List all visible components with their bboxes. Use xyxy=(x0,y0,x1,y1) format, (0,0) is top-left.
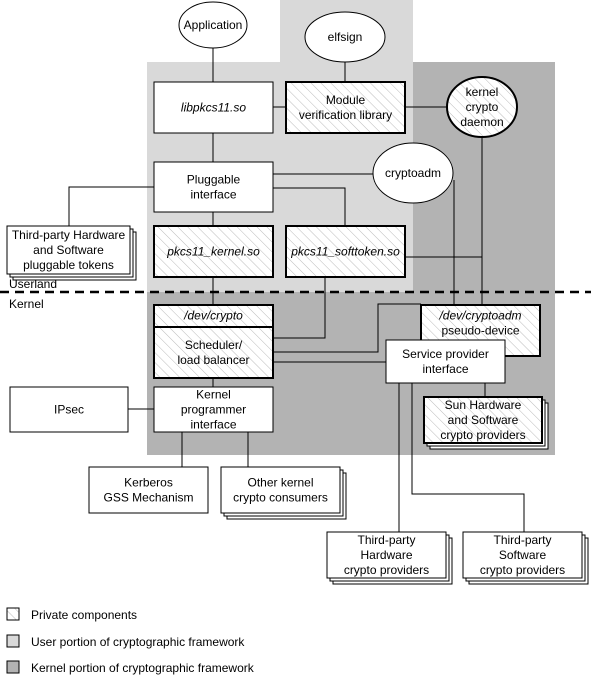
module-verification-label: verification library xyxy=(299,108,392,122)
ipsec-node: IPsec xyxy=(9,386,129,433)
other-consumers-label: Other kernel xyxy=(247,476,313,490)
service-provider-interface-label: interface xyxy=(422,362,468,376)
sun-providers-label: and Software xyxy=(448,413,519,427)
kerberos-label: Kerberos xyxy=(124,476,173,490)
scheduler-label: Scheduler/ xyxy=(185,338,243,352)
dev-cryptoadm-label: pseudo-device xyxy=(441,324,519,338)
kernel-crypto-daemon-node: kernelcryptodaemon xyxy=(446,76,518,138)
cryptoadm-label: cryptoadm xyxy=(385,166,441,180)
kernel-crypto-daemon-label: daemon xyxy=(460,115,503,129)
libpkcs11-node: libpkcs11.so xyxy=(153,81,274,134)
kernel-programmer-interface-node: Kernelprogrammerinterface xyxy=(153,386,274,433)
legend-swatch-user xyxy=(6,634,20,648)
service-provider-interface-node: Service providerinterface xyxy=(385,339,506,384)
kernel-crypto-daemon-label: crypto xyxy=(466,100,499,114)
legend: Private components User portion of crypt… xyxy=(6,607,255,675)
kernel-label: Kernel xyxy=(9,297,44,311)
pkcs11-softtoken-node: pkcs11_softtoken.so xyxy=(285,225,406,278)
legend-label: Kernel portion of cryptographic framewor… xyxy=(31,661,255,675)
third-party-tokens-node: Third-party Hardwareand Softwarepluggabl… xyxy=(6,225,137,281)
pluggable-interface-node: Pluggableinterface xyxy=(153,161,274,213)
legend-swatch-hatched xyxy=(6,607,20,621)
kerberos-label: GSS Mechanism xyxy=(103,491,193,505)
pkcs11-softtoken-label: pkcs11_softtoken.so xyxy=(290,245,400,259)
third-party-hw-label: Hardware xyxy=(360,548,412,562)
service-provider-interface-label: Service provider xyxy=(402,347,489,361)
third-party-hw-label: Third-party xyxy=(357,533,415,547)
third-party-tokens-label: Third-party Hardware xyxy=(12,228,126,242)
module-verification-label: Module xyxy=(326,93,366,107)
other-consumers-node: Other kernelcrypto consumers xyxy=(220,466,347,520)
pluggable-interface-label: interface xyxy=(190,188,236,202)
third-party-hw-node: Third-partyHardwarecrypto providers xyxy=(326,531,453,585)
pkcs11-kernel-node: pkcs11_kernel.so xyxy=(153,225,274,278)
third-party-tokens-label: and Software xyxy=(33,243,104,257)
kernel-programmer-interface-label: interface xyxy=(190,418,236,432)
sun-providers-label: crypto providers xyxy=(440,428,525,442)
third-party-sw-label: Third-party xyxy=(493,533,551,547)
dev-cryptoadm-label: /dev/cryptoadm xyxy=(438,309,521,323)
legend-label: User portion of cryptographic framework xyxy=(31,635,245,649)
legend-label: Private components xyxy=(31,608,137,622)
third-party-tokens-label: pluggable tokens xyxy=(23,258,114,272)
ipsec-label: IPsec xyxy=(54,403,84,417)
elfsign-label: elfsign xyxy=(328,30,363,44)
pluggable-interface-label: Pluggable xyxy=(187,173,241,187)
kernel-programmer-interface-label: programmer xyxy=(181,403,246,417)
legend-swatch-kernel xyxy=(6,660,20,674)
third-party-hw-label: crypto providers xyxy=(344,563,429,577)
dev-crypto-label: /dev/crypto xyxy=(183,309,243,323)
crypto-framework-diagram: Userland Kernel Applicationelfsignlibpkc… xyxy=(0,0,591,675)
module-verification-node: Moduleverification library xyxy=(285,81,406,134)
third-party-sw-label: crypto providers xyxy=(480,563,565,577)
sun-providers-node: Sun Hardwareand Softwarecrypto providers xyxy=(423,396,549,450)
kernel-crypto-daemon-label: kernel xyxy=(466,85,499,99)
other-consumers-label: crypto consumers xyxy=(233,491,328,505)
elfsign-node: elfsign xyxy=(304,11,386,63)
scheduler-label: load balancer xyxy=(177,353,249,367)
kernel-programmer-interface-label: Kernel xyxy=(196,388,231,402)
pkcs11-kernel-label: pkcs11_kernel.so xyxy=(166,245,260,259)
application-node: Application xyxy=(178,1,248,49)
libpkcs11-label: libpkcs11.so xyxy=(181,101,246,115)
sun-providers-label: Sun Hardware xyxy=(445,398,522,412)
third-party-sw-label: Software xyxy=(499,548,547,562)
cryptoadm-node: cryptoadm xyxy=(372,142,454,204)
kerberos-node: KerberosGSS Mechanism xyxy=(88,466,209,514)
third-party-sw-node: Third-partySoftwarecrypto providers xyxy=(462,531,589,585)
scheduler-node: Scheduler/load balancer xyxy=(153,326,274,379)
application-label: Application xyxy=(184,18,243,32)
